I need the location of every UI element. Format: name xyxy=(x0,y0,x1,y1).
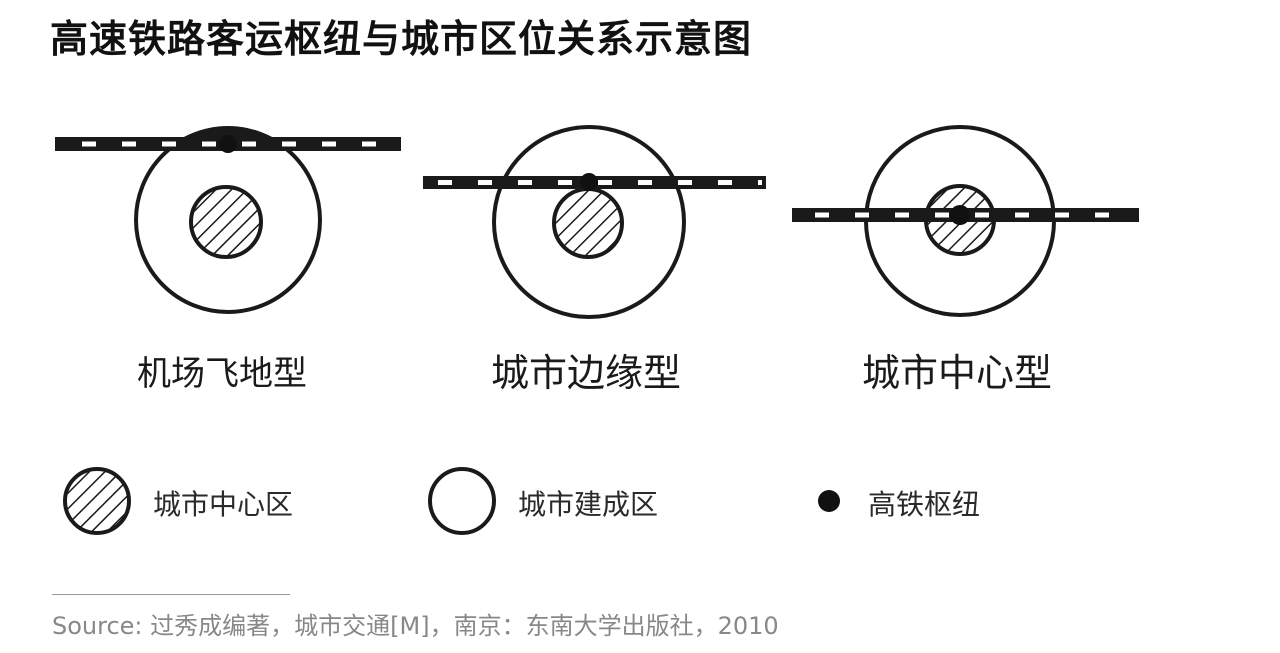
diagram-city-edge xyxy=(423,125,766,319)
hub-dot xyxy=(950,205,970,225)
source-divider xyxy=(52,594,290,595)
legend-center-area-label: 城市中心区 xyxy=(153,488,294,521)
source-note: Source: 过秀成编著，城市交通[M]，南京：东南大学出版社，2010 xyxy=(52,612,779,640)
legend-center-area-icon xyxy=(63,467,131,535)
type-label-airport-enclave: 机场飞地型 xyxy=(137,354,307,394)
center-area-circle xyxy=(552,187,624,259)
type-label-city-edge: 城市边缘型 xyxy=(490,351,682,395)
legend-hub-label: 高铁枢纽 xyxy=(868,488,981,521)
legend-built-area-icon xyxy=(428,467,496,535)
center-area-circle xyxy=(189,185,263,259)
legend-hub-icon xyxy=(818,490,840,512)
hub-dot xyxy=(580,173,598,191)
type-label-city-center: 城市中心型 xyxy=(861,351,1053,395)
diagram-canvas xyxy=(55,125,1139,535)
hub-dot xyxy=(219,135,237,153)
legend-built-area-label: 城市建成区 xyxy=(518,488,659,521)
diagram-airport-enclave xyxy=(55,126,401,314)
diagram-city-center xyxy=(792,125,1139,317)
